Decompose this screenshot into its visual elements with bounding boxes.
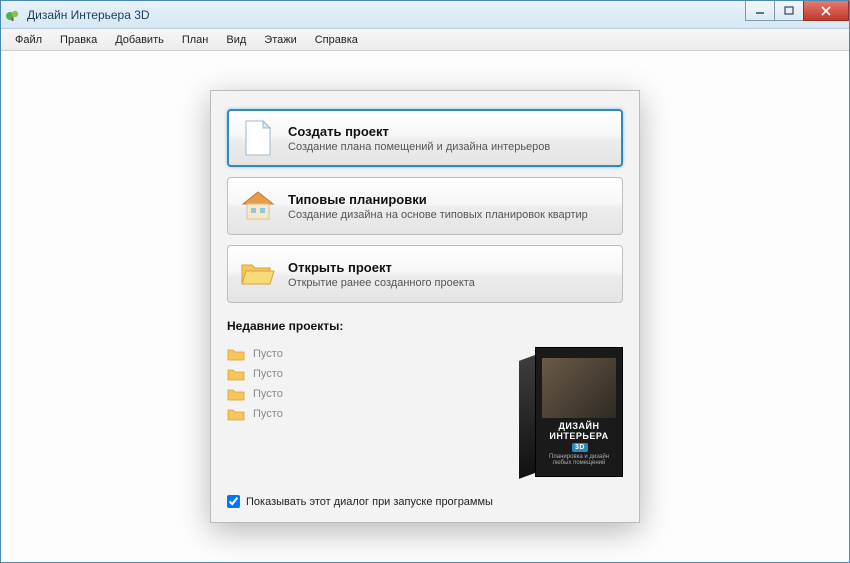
menu-floors[interactable]: Этажи [256,32,304,48]
house-icon [240,188,276,224]
templates-subtitle: Создание дизайна на основе типовых плани… [288,209,588,221]
product-box-image: ДИЗАЙН ИНТЕРЬЕРА3D Планировка и дизайн л… [519,347,623,477]
recent-list: Пусто Пусто Пусто [227,347,507,421]
templates-title: Типовые планировки [288,192,588,207]
create-project-title: Создать проект [288,124,550,139]
minimize-button[interactable] [745,1,775,21]
menu-add[interactable]: Добавить [107,32,172,48]
open-project-title: Открыть проект [288,260,475,275]
product-box-small: Планировка и дизайн любых помещений [542,454,616,466]
close-button[interactable] [803,1,849,21]
maximize-button[interactable] [774,1,804,21]
templates-button[interactable]: Типовые планировки Создание дизайна на о… [227,177,623,235]
menu-help[interactable]: Справка [307,32,366,48]
show-on-startup-row[interactable]: Показывать этот диалог при запуске прогр… [227,495,623,508]
open-project-button[interactable]: Открыть проект Открытие ранее созданного… [227,245,623,303]
folder-icon [227,407,245,421]
menu-bar: Файл Правка Добавить План Вид Этажи Спра… [1,29,849,51]
startup-dialog: Создать проект Создание плана помещений … [210,90,640,523]
menu-view[interactable]: Вид [218,32,254,48]
folder-icon [227,387,245,401]
window-title: Дизайн Интерьера 3D [27,8,150,22]
recent-item[interactable]: Пусто [227,387,507,401]
recent-projects-label: Недавние проекты: [227,319,623,333]
folder-open-icon [240,256,276,292]
recent-item[interactable]: Пусто [227,407,507,421]
window-controls [746,1,849,21]
app-icon [5,7,21,23]
app-window: Дизайн Интерьера 3D Файл Правка Добавить… [0,0,850,563]
client-area: Создать проект Создание плана помещений … [1,51,849,562]
recent-item-label: Пусто [253,408,283,420]
document-icon [240,120,276,156]
product-box-badge: 3D [572,443,588,453]
menu-file[interactable]: Файл [7,32,50,48]
product-box-line2: ИНТЕРЬЕРА [549,431,608,441]
recent-item[interactable]: Пусто [227,367,507,381]
title-bar[interactable]: Дизайн Интерьера 3D [1,1,849,29]
folder-icon [227,367,245,381]
recent-area: Пусто Пусто Пусто [227,347,623,477]
show-on-startup-label: Показывать этот диалог при запуске прогр… [246,496,493,508]
create-project-subtitle: Создание плана помещений и дизайна интер… [288,141,550,153]
recent-item-label: Пусто [253,388,283,400]
menu-plan[interactable]: План [174,32,217,48]
folder-icon [227,347,245,361]
open-project-subtitle: Открытие ранее созданного проекта [288,277,475,289]
create-project-button[interactable]: Создать проект Создание плана помещений … [227,109,623,167]
menu-edit[interactable]: Правка [52,32,105,48]
show-on-startup-checkbox[interactable] [227,495,240,508]
recent-item-label: Пусто [253,368,283,380]
recent-item[interactable]: Пусто [227,347,507,361]
recent-item-label: Пусто [253,348,283,360]
